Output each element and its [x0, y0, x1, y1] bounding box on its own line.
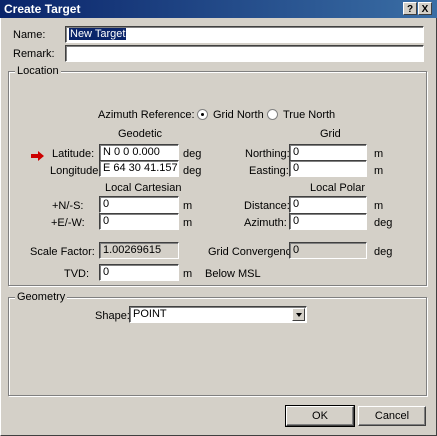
scale-factor-label: Scale Factor: [30, 246, 95, 258]
ok-button[interactable]: OK [285, 405, 355, 427]
remark-label: Remark: [13, 48, 55, 60]
name-input-value: New Target [69, 28, 127, 40]
distance-label: Distance: [244, 200, 290, 212]
scale-factor-field: 1.00269615 [99, 242, 179, 259]
easting-input[interactable]: 0 [289, 160, 367, 177]
grid-convergence-label: Grid Convergence: [208, 246, 301, 258]
longitude-input[interactable]: E 64 30 41.157 [99, 160, 179, 177]
cancel-button[interactable]: Cancel [358, 406, 426, 426]
north-south-input[interactable]: 0 [99, 196, 179, 213]
grid-north-radio[interactable] [197, 109, 208, 120]
azimuth-input[interactable]: 0 [289, 213, 367, 230]
azimuth-label: Azimuth: [244, 217, 287, 229]
northing-input[interactable]: 0 [289, 144, 367, 161]
grid-north-label[interactable]: Grid North [213, 109, 264, 121]
longitude-unit: deg [183, 165, 202, 177]
northing-label: Northing: [245, 148, 290, 160]
distance-unit: m [374, 200, 384, 212]
current-row-arrow-icon [31, 151, 44, 161]
chevron-down-icon[interactable] [292, 308, 305, 321]
tvd-label: TVD: [64, 268, 90, 280]
remark-input[interactable] [65, 45, 424, 62]
azimuth-reference-label: Azimuth Reference: [98, 109, 195, 121]
true-north-radio[interactable] [267, 109, 278, 120]
azimuth-unit: deg [374, 217, 393, 229]
shape-select[interactable]: POINT [129, 306, 307, 323]
local-polar-header: Local Polar [310, 182, 366, 194]
easting-label: Easting: [249, 165, 289, 177]
tvd-unit: m [183, 268, 193, 280]
latitude-unit: deg [183, 148, 202, 160]
radio-dot [201, 113, 204, 116]
shape-label: Shape: [95, 310, 130, 322]
distance-input[interactable]: 0 [289, 196, 367, 213]
local-cartesian-header: Local Cartesian [105, 182, 182, 194]
geometry-group-title: Geometry [15, 291, 68, 303]
grid-header: Grid [320, 128, 341, 140]
shape-select-value: POINT [133, 308, 167, 320]
east-west-unit: m [183, 217, 193, 229]
close-button[interactable]: X [418, 2, 432, 15]
east-west-input[interactable]: 0 [99, 213, 179, 230]
grid-convergence-unit: deg [374, 246, 393, 258]
name-label: Name: [13, 29, 46, 41]
location-group-title: Location [15, 65, 61, 77]
tvd-input[interactable]: 0 [99, 264, 179, 281]
help-button[interactable]: ? [403, 2, 417, 15]
north-south-label: +N/-S: [52, 200, 84, 212]
window-title: Create Target [4, 2, 81, 16]
geodetic-header: Geodetic [118, 128, 163, 140]
title-bar: Create Target ? X [0, 0, 437, 18]
northing-unit: m [374, 148, 384, 160]
longitude-label: Longitude: [50, 165, 102, 177]
true-north-label[interactable]: True North [283, 109, 335, 121]
latitude-input[interactable]: N 0 0 0.000 [99, 144, 179, 161]
grid-convergence-field: 0 [289, 242, 367, 259]
below-msl-label: Below MSL [205, 268, 261, 280]
north-south-unit: m [183, 200, 193, 212]
name-input[interactable]: New Target [65, 26, 424, 43]
easting-unit: m [374, 165, 384, 177]
latitude-label: Latitude: [52, 148, 95, 160]
east-west-label: +E/-W: [51, 217, 85, 229]
